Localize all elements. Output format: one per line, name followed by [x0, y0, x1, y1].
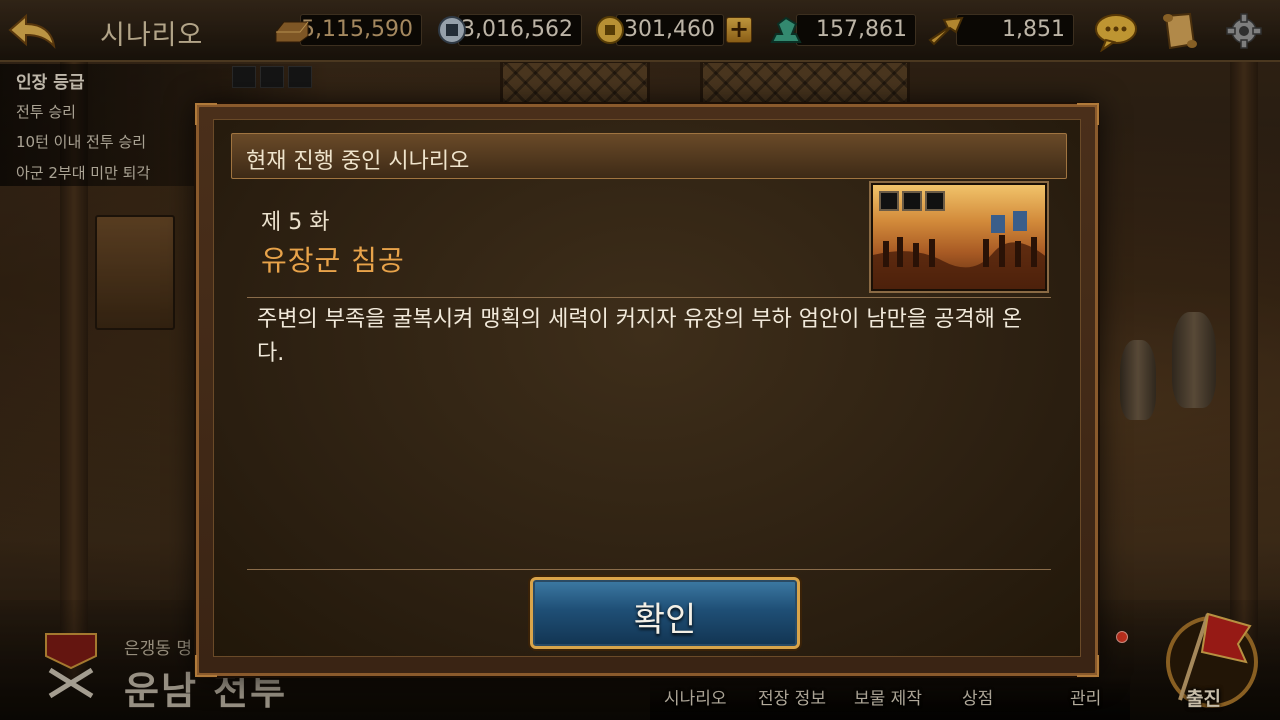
dialog-title: 현재 진행 중인 시나리오: [246, 149, 470, 174]
confirm-button[interactable]: 확인: [530, 577, 800, 649]
confirm-label: 확인: [633, 600, 697, 640]
chapter-number: 제 5 화: [261, 210, 330, 235]
dialog-titlebar: 현재 진행 중인 시나리오: [231, 133, 1067, 179]
divider: [247, 297, 1051, 298]
divider: [247, 569, 1051, 570]
scenario-name: 유장군 침공: [261, 244, 405, 277]
scenario-thumbnail: [869, 181, 1049, 293]
thumbnail-rank-slots: [879, 191, 948, 215]
scenario-dialog: 현재 진행 중인 시나리오 제 5 화 유장군 침공 주변의 부족을 굴복시켜 …: [195, 103, 1099, 677]
scenario-description: 주변의 부족을 굴복시켜 맹획의 세력이 커지자 유장의 부하 엄안이 남만을 …: [257, 307, 1023, 366]
